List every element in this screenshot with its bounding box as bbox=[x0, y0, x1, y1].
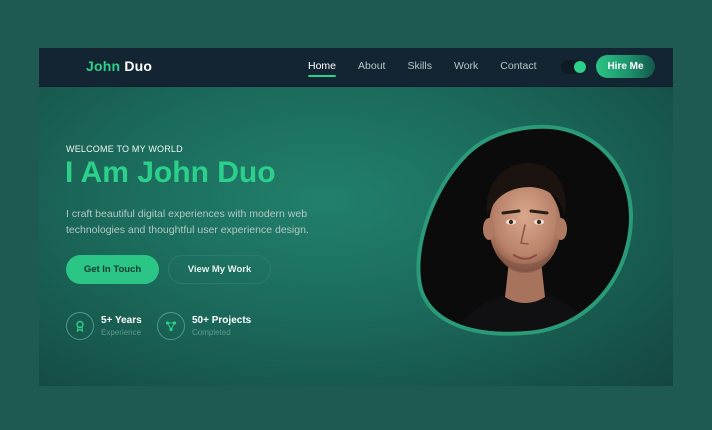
nav-link-work[interactable]: Work bbox=[454, 60, 478, 72]
nodes-icon bbox=[157, 312, 185, 340]
logo[interactable]: John Duo bbox=[86, 58, 152, 74]
logo-first-name: John bbox=[86, 58, 121, 74]
theme-toggle[interactable] bbox=[561, 60, 587, 74]
view-my-work-button[interactable]: View My Work bbox=[168, 255, 271, 284]
stat-experience: 5+ Years Experience bbox=[66, 312, 142, 340]
award-icon bbox=[66, 312, 94, 340]
stat-projects-subtitle: Completed bbox=[192, 328, 231, 337]
welcome-text: WELCOME TO MY WORLD bbox=[66, 144, 183, 154]
navbar: John Duo Home About Skills Work Contact … bbox=[39, 48, 673, 87]
stat-experience-subtitle: Experience bbox=[101, 328, 142, 337]
hire-me-button[interactable]: Hire Me bbox=[596, 55, 655, 78]
nav-link-about[interactable]: About bbox=[358, 60, 385, 72]
hero-headline: I Am John Duo bbox=[65, 156, 276, 189]
nav-link-skills[interactable]: Skills bbox=[407, 60, 432, 72]
stat-experience-title: 5+ Years bbox=[101, 315, 142, 326]
stat-projects-title: 50+ Projects bbox=[192, 315, 252, 326]
profile-portrait bbox=[416, 124, 633, 336]
nav-link-contact[interactable]: Contact bbox=[500, 60, 536, 72]
nav-links: Home About Skills Work Contact bbox=[308, 60, 558, 77]
nav-link-home[interactable]: Home bbox=[308, 60, 337, 77]
hero-frame: John Duo Home About Skills Work Contact … bbox=[39, 48, 673, 386]
theme-toggle-knob bbox=[574, 61, 586, 73]
get-in-touch-button[interactable]: Get In Touch bbox=[66, 255, 159, 284]
logo-last-name: Duo bbox=[124, 58, 153, 74]
hero-description: I craft beautiful digital experiences wi… bbox=[66, 208, 309, 236]
stat-projects: 50+ Projects Completed bbox=[157, 312, 251, 340]
